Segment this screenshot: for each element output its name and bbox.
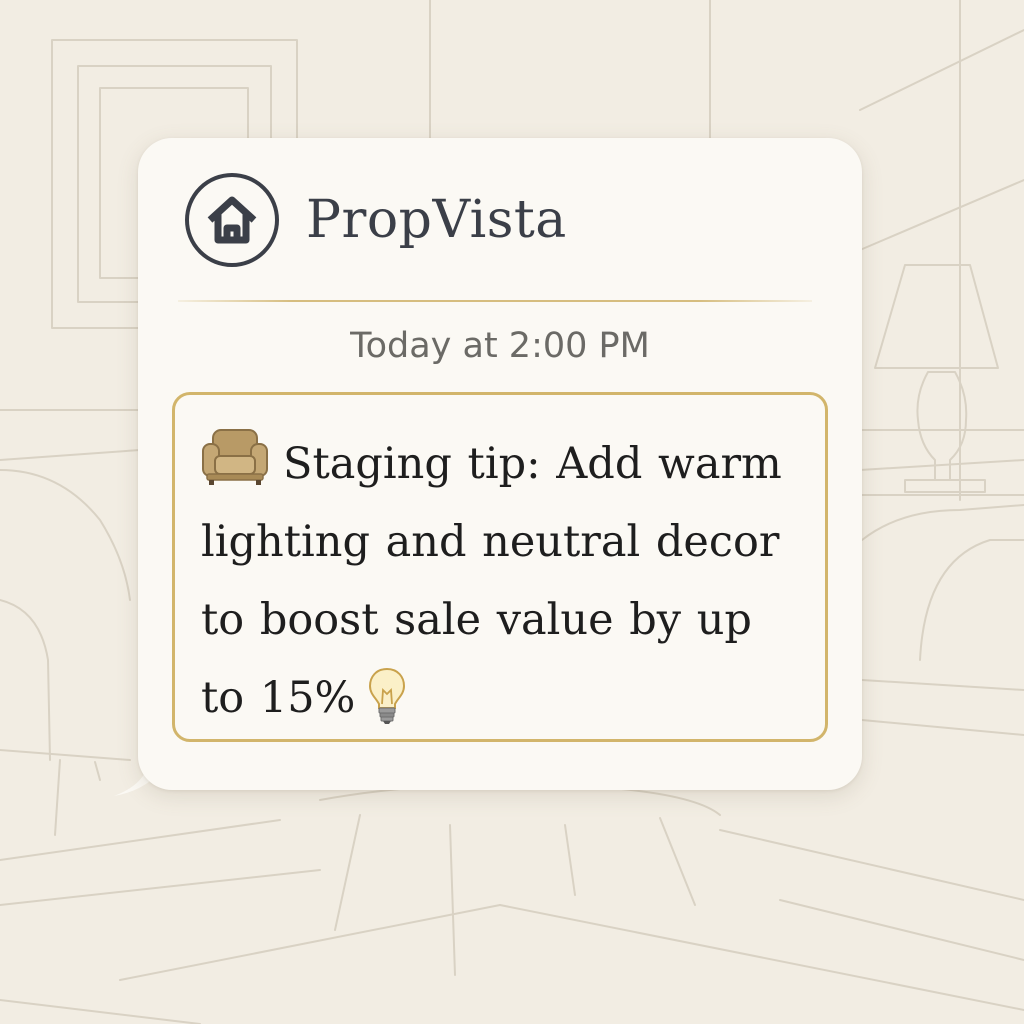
brand-name: PropVista — [306, 190, 567, 250]
notification-card[interactable]: PropVista Today at 2:00 PM Staging tip: … — [138, 138, 862, 790]
notification-timestamp: Today at 2:00 PM — [350, 326, 650, 366]
home-icon — [185, 173, 279, 267]
tip-message-box: Staging tip: Add warm lighting and neutr… — [172, 392, 828, 742]
tip-message-text: Staging tip: Add warm lighting and neutr… — [201, 439, 782, 723]
header-divider — [178, 300, 812, 302]
tip-message: Staging tip: Add warm lighting and neutr… — [201, 425, 801, 737]
lightbulb-icon — [369, 667, 406, 724]
notification-header: PropVista — [184, 172, 567, 268]
armchair-icon — [202, 429, 268, 485]
